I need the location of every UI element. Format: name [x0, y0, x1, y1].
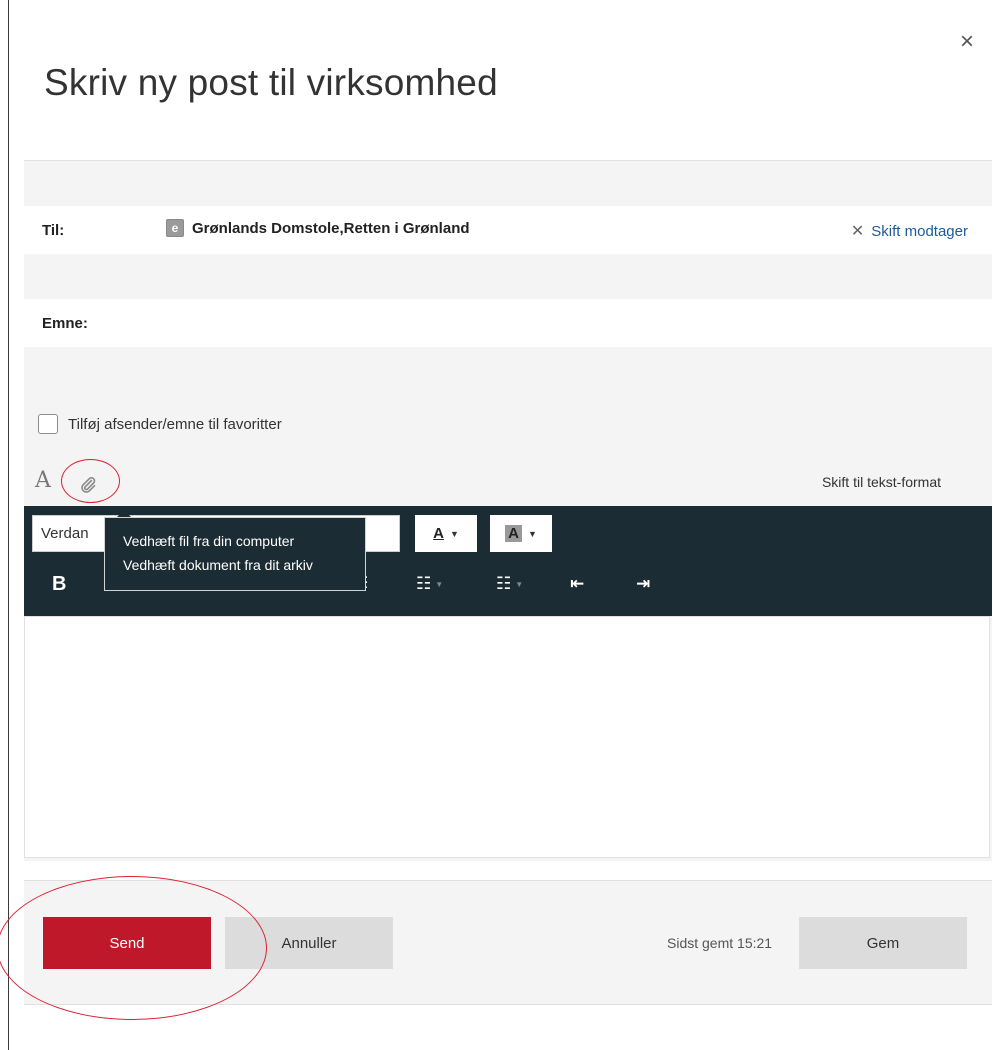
background-color-label: A	[505, 525, 522, 542]
caret-down-icon: ▼	[449, 528, 459, 539]
to-row: Til: e Grønlands Domstole,Retten i Grønl…	[24, 206, 992, 254]
recipient: e Grønlands Domstole,Retten i Grønland	[166, 219, 470, 237]
close-icon: ✕	[850, 223, 865, 240]
last-saved-status: Sidst gemt 15:21	[667, 935, 773, 951]
save-button[interactable]: Gem	[799, 917, 967, 969]
favorites-row[interactable]: Tilføj afsender/emne til favoritter	[38, 414, 282, 434]
annotation-circle-send	[0, 876, 267, 1020]
window-left-border	[8, 0, 9, 1050]
change-recipient-link[interactable]: ✕ Skift modtager	[851, 221, 968, 241]
favorites-checkbox[interactable]	[38, 414, 58, 434]
close-icon[interactable]: ×	[960, 30, 974, 54]
attach-from-computer-item[interactable]: Vedhæft fil fra din computer	[123, 533, 294, 549]
bold-icon[interactable]: B	[52, 570, 66, 598]
switch-to-text-format-link[interactable]: Skift til tekst-format	[822, 474, 941, 490]
font-color-label: A	[433, 525, 444, 542]
favorites-label: Tilføj afsender/emne til favoritter	[68, 415, 282, 433]
message-body-editor[interactable]	[24, 616, 990, 858]
numbered-list-icon[interactable]: ☷ ▼	[496, 570, 523, 599]
recipient-name: Grønlands Domstole,Retten i Grønland	[192, 219, 470, 237]
font-family-value: Verdan	[41, 525, 89, 542]
font-icon[interactable]: A	[35, 468, 51, 493]
dialog-title: Skriv ny post til virksomhed	[44, 62, 498, 103]
annotation-circle-attach	[61, 459, 120, 503]
attach-menu-pointer	[117, 510, 131, 517]
caret-down-icon: ▼	[527, 528, 537, 539]
indent-icon[interactable]: ⇥	[636, 570, 650, 598]
font-color-button[interactable]: A ▼	[415, 515, 477, 552]
subject-row[interactable]: Emne:	[24, 299, 992, 347]
subject-input[interactable]	[166, 313, 966, 333]
change-recipient-label: Skift modtager	[871, 222, 968, 240]
attach-menu: Vedhæft fil fra din computer Vedhæft dok…	[104, 517, 366, 591]
attach-from-archive-item[interactable]: Vedhæft dokument fra dit arkiv	[123, 557, 313, 573]
bullet-list-icon[interactable]: ☷ ▼	[416, 570, 443, 599]
e-boks-icon: e	[166, 219, 184, 237]
subject-label: Emne:	[42, 315, 88, 332]
outdent-icon[interactable]: ⇤	[570, 570, 584, 598]
to-label: Til:	[42, 222, 65, 239]
background-color-button[interactable]: A ▼	[490, 515, 552, 552]
